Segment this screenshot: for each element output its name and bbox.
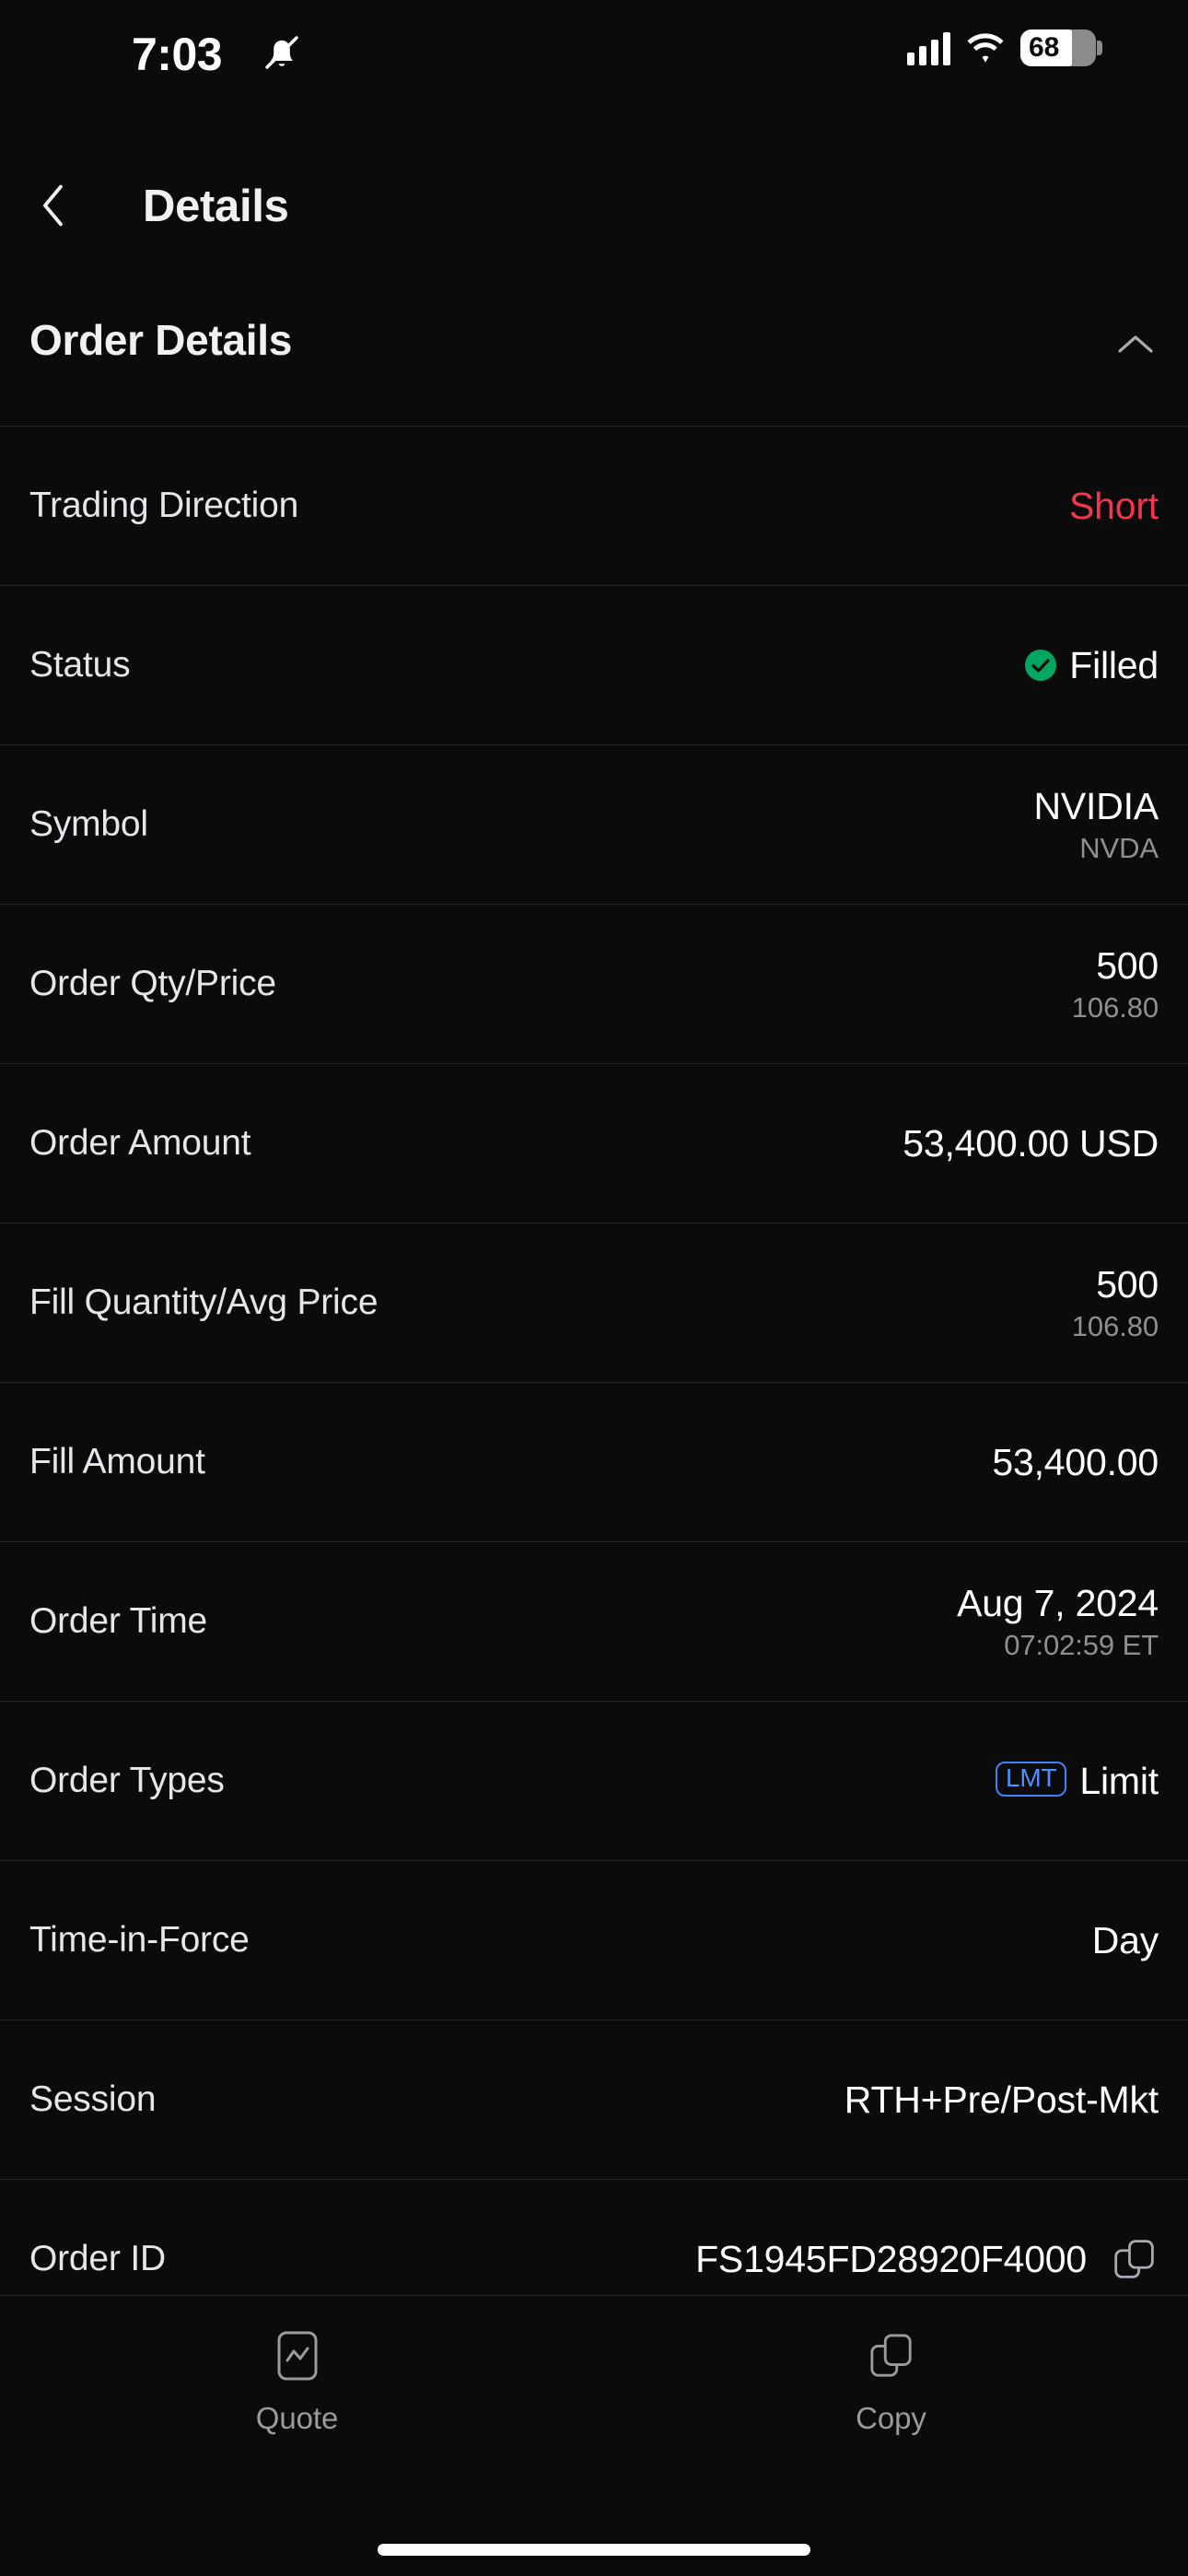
copy-icon xyxy=(866,2327,917,2384)
detail-row-value-text: Aug 7, 2024 xyxy=(957,1581,1159,1624)
detail-row-value-main: 500 xyxy=(1096,944,1159,988)
detail-row-value-sub: 106.80 xyxy=(1071,1309,1159,1342)
detail-row-value-text: 53,400.00 USD xyxy=(903,1121,1159,1165)
detail-row: Status Filled xyxy=(0,585,1188,744)
detail-row: Time-in-Force Day xyxy=(0,1860,1188,2020)
detail-row-value-main: LMT Limit xyxy=(996,1760,1159,1803)
detail-row: Symbol NVIDIA NVDA xyxy=(0,744,1188,904)
status-bar-indicators: 68 xyxy=(907,29,1102,66)
navigation-bar: Details xyxy=(0,164,1188,256)
quote-action-label: Quote xyxy=(255,2401,339,2435)
detail-row-value-sub: NVDA xyxy=(1079,831,1159,864)
battery-indicator: 68 xyxy=(1020,29,1102,66)
detail-row-value: LMT Limit xyxy=(996,1760,1159,1803)
detail-row-value-main: Short xyxy=(1069,485,1159,528)
detail-row-label: Order Amount xyxy=(29,1123,251,1163)
bell-slash-icon xyxy=(261,31,303,74)
order-details-section-header[interactable]: Order Details xyxy=(0,304,1188,405)
detail-row-label: Symbol xyxy=(29,804,148,844)
cellular-bars-icon xyxy=(907,30,950,65)
detail-row-value-main: NVIDIA xyxy=(1034,785,1159,828)
copy-order-id-button[interactable] xyxy=(1111,2235,1159,2283)
detail-row-value-main: Day xyxy=(1092,1919,1159,1962)
copy-action-button[interactable]: Copy xyxy=(594,2327,1188,2436)
detail-row-value-text: Short xyxy=(1069,484,1159,527)
detail-row-label: Order Types xyxy=(29,1761,225,1800)
detail-row-value-text: 500 xyxy=(1096,1262,1159,1306)
detail-row-value-main: 53,400.00 USD xyxy=(903,1122,1159,1165)
back-button[interactable] xyxy=(18,164,92,247)
detail-row-value-text: Limit xyxy=(1079,1759,1159,1802)
detail-row-value: NVIDIA NVDA xyxy=(1034,785,1159,865)
detail-row-value: RTH+Pre/Post-Mkt xyxy=(844,2078,1159,2122)
status-bar: 7:03 68 xyxy=(0,0,1188,100)
copy-icon xyxy=(1114,2240,1154,2278)
detail-row-value-text: RTH+Pre/Post-Mkt xyxy=(844,2078,1159,2121)
detail-row: Session RTH+Pre/Post-Mkt xyxy=(0,2020,1188,2179)
detail-row-value: Filled xyxy=(1025,644,1159,687)
detail-row-label: Fill Amount xyxy=(29,1442,205,1481)
detail-row-value: Aug 7, 2024 07:02:59 ET xyxy=(957,1582,1159,1662)
detail-row-label: Time-in-Force xyxy=(29,1920,250,1960)
chevron-left-icon xyxy=(43,184,63,227)
detail-row-value: 53,400.00 USD xyxy=(903,1122,1159,1165)
detail-row-value-main: 500 xyxy=(1096,1263,1159,1306)
detail-row: Order Time Aug 7, 2024 07:02:59 ET xyxy=(0,1541,1188,1701)
battery-percent: 68 xyxy=(1029,32,1060,63)
detail-row: Order Types LMT Limit xyxy=(0,1701,1188,1860)
detail-row: Fill Amount 53,400.00 xyxy=(0,1382,1188,1541)
detail-row-value: 500 106.80 xyxy=(1072,944,1159,1025)
detail-row-value-text: 500 xyxy=(1096,943,1159,987)
detail-row-label: Order ID xyxy=(29,2239,166,2278)
quote-action-button[interactable]: Quote xyxy=(0,2327,594,2436)
detail-row-label: Fill Quantity/Avg Price xyxy=(29,1282,379,1322)
detail-row-value-main: RTH+Pre/Post-Mkt xyxy=(844,2078,1159,2122)
detail-row: Trading Direction Short xyxy=(0,426,1188,585)
detail-row-value: FS1945FD28920F4000 xyxy=(695,2235,1159,2283)
detail-row-value: 500 106.80 xyxy=(1072,1263,1159,1343)
home-indicator xyxy=(378,2544,810,2556)
collapse-section-button[interactable] xyxy=(1109,326,1162,363)
detail-row-value-text: Filled xyxy=(1069,643,1159,686)
detail-row-label: Status xyxy=(29,645,131,685)
detail-row-value-main: Filled xyxy=(1025,644,1159,687)
detail-row-value-sub: 106.80 xyxy=(1071,990,1159,1024)
detail-row: Order Qty/Price 500 106.80 xyxy=(0,904,1188,1063)
detail-row-value-text: Day xyxy=(1091,1918,1159,1961)
order-type-badge: LMT xyxy=(996,1762,1067,1797)
detail-row-label: Trading Direction xyxy=(29,486,299,525)
page-title: Details xyxy=(143,181,289,231)
detail-row-value-text: FS1945FD28920F4000 xyxy=(695,2237,1087,2280)
copy-action-label: Copy xyxy=(856,2401,926,2435)
detail-row-value-main: 53,400.00 xyxy=(992,1441,1159,1484)
detail-row-label: Order Time xyxy=(29,1601,208,1641)
section-title: Order Details xyxy=(29,316,292,364)
detail-row-value-text: 53,400.00 xyxy=(992,1440,1159,1483)
detail-row-value: Short xyxy=(1069,485,1159,528)
order-details-list: Trading Direction Short Status Filled Symbol… xyxy=(0,426,1188,2338)
detail-row: Fill Quantity/Avg Price 500 106.80 xyxy=(0,1223,1188,1382)
order-details-screen: 7:03 68 Details Order Details Trading Di… xyxy=(0,0,1188,2576)
check-circle-icon xyxy=(1025,650,1057,681)
detail-row-value-text: NVIDIA xyxy=(1033,784,1159,827)
detail-row-value-sub: 07:02:59 ET xyxy=(1004,1628,1159,1661)
detail-row: Order Amount 53,400.00 USD xyxy=(0,1063,1188,1223)
detail-row-value-main: Aug 7, 2024 xyxy=(957,1582,1159,1625)
detail-row-value: 53,400.00 xyxy=(992,1441,1159,1484)
detail-row-label: Session xyxy=(29,2079,157,2119)
status-bar-clock: 7:03 xyxy=(132,29,223,80)
quote-chart-icon xyxy=(272,2327,323,2384)
wifi-icon xyxy=(965,31,1006,64)
detail-row-label: Order Qty/Price xyxy=(29,964,276,1003)
chevron-up-icon xyxy=(1118,335,1153,353)
detail-row-value: Day xyxy=(1092,1919,1159,1962)
bottom-action-bar: Quote Copy xyxy=(0,2295,1188,2576)
detail-row-value-main: FS1945FD28920F4000 xyxy=(695,2235,1159,2283)
